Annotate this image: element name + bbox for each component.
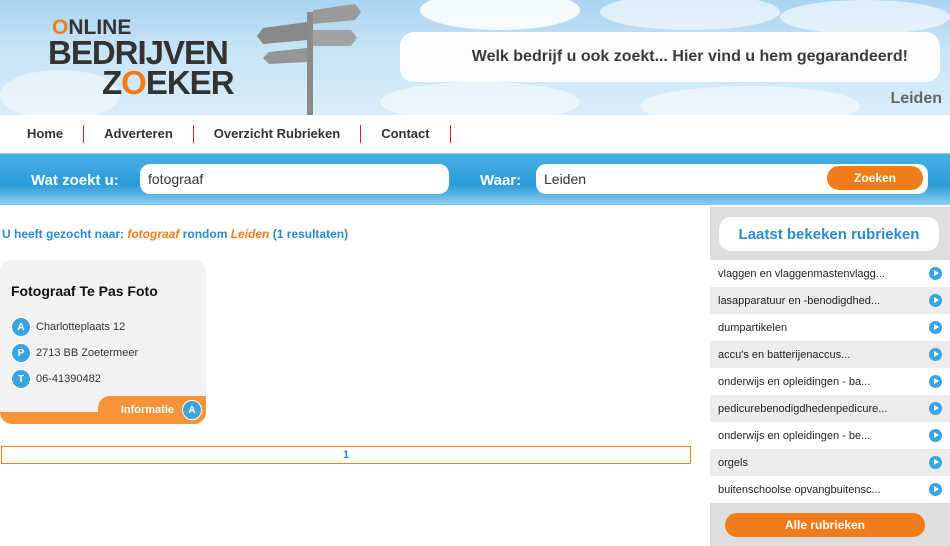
address-row: A Charlotteplaats 12 — [11, 317, 125, 337]
search-bar: Wat zoekt u: Waar: — [0, 153, 950, 205]
what-label: Wat zoekt u: — [31, 172, 119, 189]
search-button[interactable]: Zoeken — [827, 166, 923, 190]
cloud-decoration — [380, 82, 580, 115]
recent-categories-list: vlaggen en vlaggenmastenvlagg... lasappa… — [710, 260, 950, 503]
category-item[interactable]: orgels — [710, 449, 950, 476]
category-item[interactable]: vlaggen en vlaggenmastenvlagg... — [710, 260, 950, 287]
nav-item-home[interactable]: Home — [0, 125, 85, 143]
cloud-decoration — [640, 86, 860, 115]
page-link-1[interactable]: 1 — [343, 449, 349, 461]
category-item[interactable]: buitenschoolse opvangbuitensc... — [710, 476, 950, 503]
recent-categories-sidebar: Laatst bekeken rubrieken vlaggen en vlag… — [710, 207, 950, 546]
company-name[interactable]: Fotograaf Te Pas Foto — [11, 283, 158, 299]
address-text: Charlotteplaats 12 — [36, 321, 126, 333]
postcode-icon: P — [11, 343, 31, 363]
info-icon: A — [182, 400, 202, 420]
arrow-right-icon — [929, 294, 942, 307]
where-search-input[interactable] — [536, 164, 818, 194]
info-button-label: Informatie — [120, 404, 174, 416]
result-card[interactable]: Fotograaf Te Pas Foto A Charlotteplaats … — [0, 260, 206, 424]
postcode-row: P 2713 BB Zoetermeer — [11, 343, 138, 363]
nav-item-adverteren[interactable]: Adverteren — [84, 125, 194, 143]
category-item[interactable]: pedicurebenodigdhedenpedicure... — [710, 395, 950, 422]
arrow-right-icon — [929, 375, 942, 388]
category-item[interactable]: onderwijs en opleidingen - be... — [710, 422, 950, 449]
phone-text: 06-41390482 — [36, 373, 101, 385]
slogan-box: Welk bedrijf u ook zoekt... Hier vind u … — [400, 32, 940, 82]
signpost-icon — [257, 4, 361, 115]
result-summary: U heeft gezocht naar: fotograaf rondom L… — [2, 227, 349, 241]
header-city: Leiden — [890, 90, 942, 107]
category-item[interactable]: accu's en batterijenaccus... — [710, 341, 950, 368]
main-nav: Home Adverteren Overzicht Rubrieken Cont… — [0, 115, 950, 153]
site-logo[interactable]: ONLINE BEDRIJVEN ZOEKER — [48, 16, 248, 101]
arrow-right-icon — [929, 348, 942, 361]
pagination: 1 — [1, 446, 691, 464]
arrow-right-icon — [929, 321, 942, 334]
arrow-right-icon — [929, 456, 942, 469]
nav-item-overzicht-rubrieken[interactable]: Overzicht Rubrieken — [194, 125, 362, 143]
category-item[interactable]: onderwijs en opleidingen - ba... — [710, 368, 950, 395]
postcode-text: 2713 BB Zoetermeer — [36, 347, 139, 359]
arrow-right-icon — [929, 267, 942, 280]
category-item[interactable]: dumpartikelen — [710, 314, 950, 341]
phone-row: T 06-41390482 — [11, 369, 101, 389]
arrow-right-icon — [929, 402, 942, 415]
sidebar-title: Laatst bekeken rubrieken — [719, 217, 939, 251]
slogan-text: Welk bedrijf u ook zoekt... Hier vind u … — [471, 48, 908, 65]
all-categories-button[interactable]: Alle rubrieken — [725, 513, 925, 537]
where-label: Waar: — [480, 172, 522, 189]
what-search-input[interactable] — [140, 164, 449, 194]
cloud-decoration — [780, 0, 950, 34]
address-icon: A — [11, 317, 31, 337]
category-item[interactable]: lasapparatuur en -benodigdhed... — [710, 287, 950, 314]
phone-icon: T — [11, 369, 31, 389]
arrow-right-icon — [929, 483, 942, 496]
cloud-decoration — [600, 0, 780, 30]
site-header: ONLINE BEDRIJVEN ZOEKER Welk bedrijf u o… — [0, 0, 950, 115]
arrow-right-icon — [929, 429, 942, 442]
info-button[interactable]: Informatie A — [98, 396, 206, 424]
cloud-decoration — [420, 0, 580, 30]
nav-item-contact[interactable]: Contact — [361, 125, 451, 143]
